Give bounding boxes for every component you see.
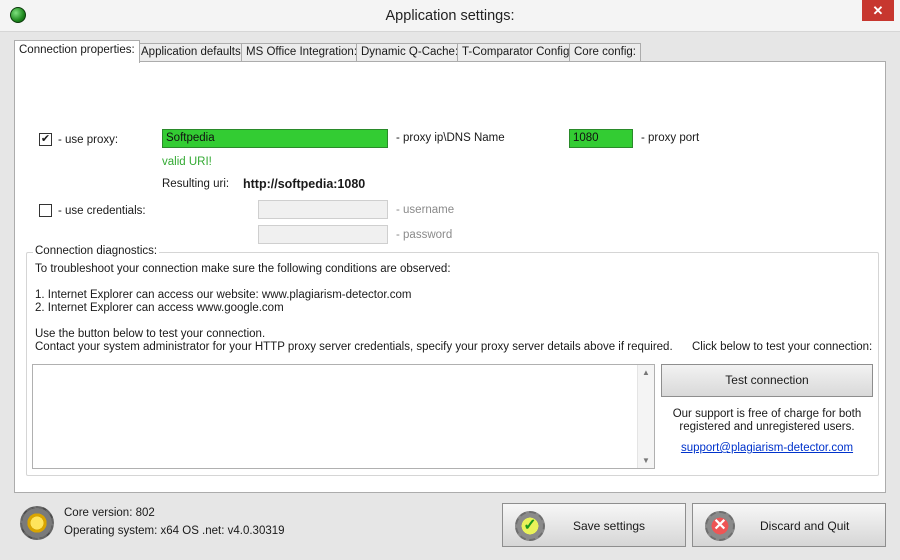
diagnostics-intro: To troubleshoot your connection make sur… <box>35 263 451 275</box>
test-connection-button[interactable]: Test connection <box>661 364 873 397</box>
os-info-text: Operating system: x64 OS .net: v4.0.3031… <box>64 525 285 537</box>
use-proxy-checkbox[interactable]: ✔ <box>39 133 52 146</box>
discard-and-quit-button[interactable]: ✕ Discard and Quit <box>692 503 886 547</box>
tab-core-config[interactable]: Core config: <box>569 43 642 62</box>
proxy-port-input[interactable]: 1080 <box>569 129 633 148</box>
tab-t-comparator-config[interactable]: T-Comparator Config: <box>457 43 578 62</box>
diagnostics-condition-2: 2. Internet Explorer can access www.goog… <box>35 302 284 314</box>
save-settings-button[interactable]: ✓ Save settings <box>502 503 686 547</box>
diagnostics-contact-text: Contact your system administrator for yo… <box>35 341 673 353</box>
click-below-text: Click below to test your connection: <box>692 341 873 353</box>
discard-and-quit-label: Discard and Quit <box>760 519 850 533</box>
proxy-host-label: - proxy ip\DNS Name <box>396 132 505 144</box>
scroll-up-icon[interactable]: ▲ <box>638 368 654 377</box>
tab-connection-properties[interactable]: Connection properties: <box>14 40 140 63</box>
cancel-icon: ✕ <box>705 511 735 541</box>
gear-icon <box>20 506 54 540</box>
password-label: - password <box>396 229 453 241</box>
diagnostics-log[interactable]: ▲ ▼ <box>32 364 655 469</box>
support-info: Our support is free of charge for both r… <box>661 408 873 434</box>
close-button[interactable]: ✕ <box>862 0 894 21</box>
diagnostics-use-button-text: Use the button below to test your connec… <box>35 328 266 340</box>
resulting-uri-label: Resulting uri: <box>162 178 230 190</box>
use-credentials-label: - use credentials: <box>58 205 146 217</box>
check-icon: ✓ <box>515 511 545 541</box>
username-label: - username <box>396 204 455 216</box>
save-settings-label: Save settings <box>573 519 646 533</box>
support-line-2: registered and unregistered users. <box>679 421 855 433</box>
support-line-1: Our support is free of charge for both <box>672 408 862 420</box>
footer: Core version: 802 Operating system: x64 … <box>0 494 900 560</box>
connection-properties-panel: ✔ - use proxy: Softpedia - proxy ip\DNS … <box>14 61 886 493</box>
core-version-text: Core version: 802 <box>64 507 155 519</box>
tab-ms-office-integration[interactable]: MS Office Integration: <box>241 43 363 62</box>
diagnostics-title: Connection diagnostics: <box>33 245 160 257</box>
support-email-link[interactable]: support@plagiarism-detector.com <box>661 442 873 454</box>
window-title: Application settings: <box>385 8 515 24</box>
username-input[interactable] <box>258 200 388 219</box>
title-bar: Application settings: ✕ <box>0 0 900 32</box>
password-input[interactable] <box>258 225 388 244</box>
proxy-host-input[interactable]: Softpedia <box>162 129 388 148</box>
scroll-down-icon[interactable]: ▼ <box>638 456 654 465</box>
diagnostics-condition-1: 1. Internet Explorer can access our webs… <box>35 289 412 301</box>
connection-diagnostics-group: Connection diagnostics: To troubleshoot … <box>26 245 879 476</box>
proxy-port-label: - proxy port <box>641 132 700 144</box>
log-scrollbar[interactable]: ▲ ▼ <box>637 365 654 468</box>
use-credentials-checkbox[interactable] <box>39 204 52 217</box>
use-proxy-label: - use proxy: <box>58 134 119 146</box>
resulting-uri-value: http://softpedia:1080 <box>243 177 366 191</box>
tab-application-defaults[interactable]: Application defaults: <box>136 43 249 62</box>
tab-dynamic-q-cache[interactable]: Dynamic Q-Cache: <box>356 43 464 62</box>
valid-uri-status: valid URI! <box>162 156 212 168</box>
